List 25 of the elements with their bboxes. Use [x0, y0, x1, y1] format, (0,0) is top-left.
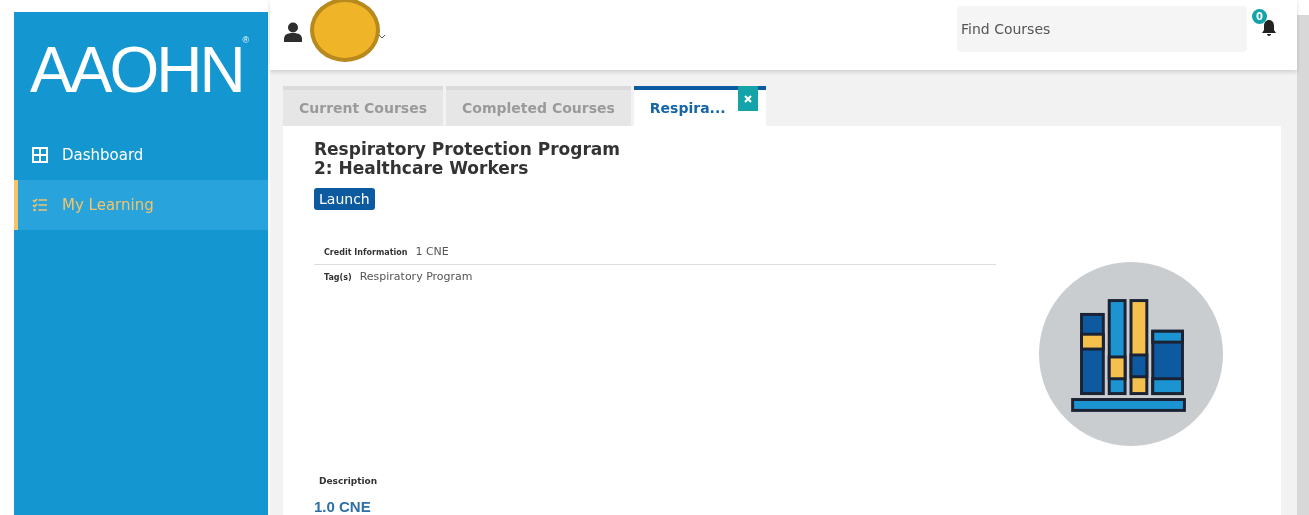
detail-value: Respiratory Program	[359, 270, 473, 283]
close-icon	[742, 93, 753, 104]
user-icon[interactable]	[284, 22, 302, 42]
grid-icon	[32, 147, 48, 163]
sidebar-item[interactable]: Dashboard	[14, 130, 268, 180]
checklist-icon	[32, 197, 48, 213]
close-button[interactable]	[737, 86, 758, 111]
launch-button[interactable]: Launch	[314, 188, 375, 210]
tab[interactable]: Completed Courses	[446, 86, 631, 126]
logo: AAOHN$^{®}$	[30, 33, 250, 108]
description-text: 1.0 CNE	[314, 498, 371, 515]
bell-icon[interactable]	[1261, 19, 1277, 37]
sidebar-item[interactable]: My Learning	[14, 180, 268, 230]
caret-icon[interactable]	[378, 33, 386, 39]
scrollbar[interactable]	[1297, 15, 1309, 515]
detail-label: Tag(s)	[324, 273, 352, 282]
course-title: Respiratory Protection Program 2: Healthcare Workers	[314, 140, 620, 178]
bookshelf-icon	[1037, 260, 1225, 448]
tab[interactable]: Current Courses	[283, 86, 443, 126]
search-field[interactable]: Find Courses	[957, 6, 1247, 52]
detail-label: Credit Information	[324, 248, 408, 257]
tab[interactable]: Respira...	[633, 86, 766, 126]
notification-count: 0	[1252, 9, 1267, 24]
detail-value: 1 CNE	[415, 245, 449, 258]
description-label: Description	[319, 476, 378, 486]
